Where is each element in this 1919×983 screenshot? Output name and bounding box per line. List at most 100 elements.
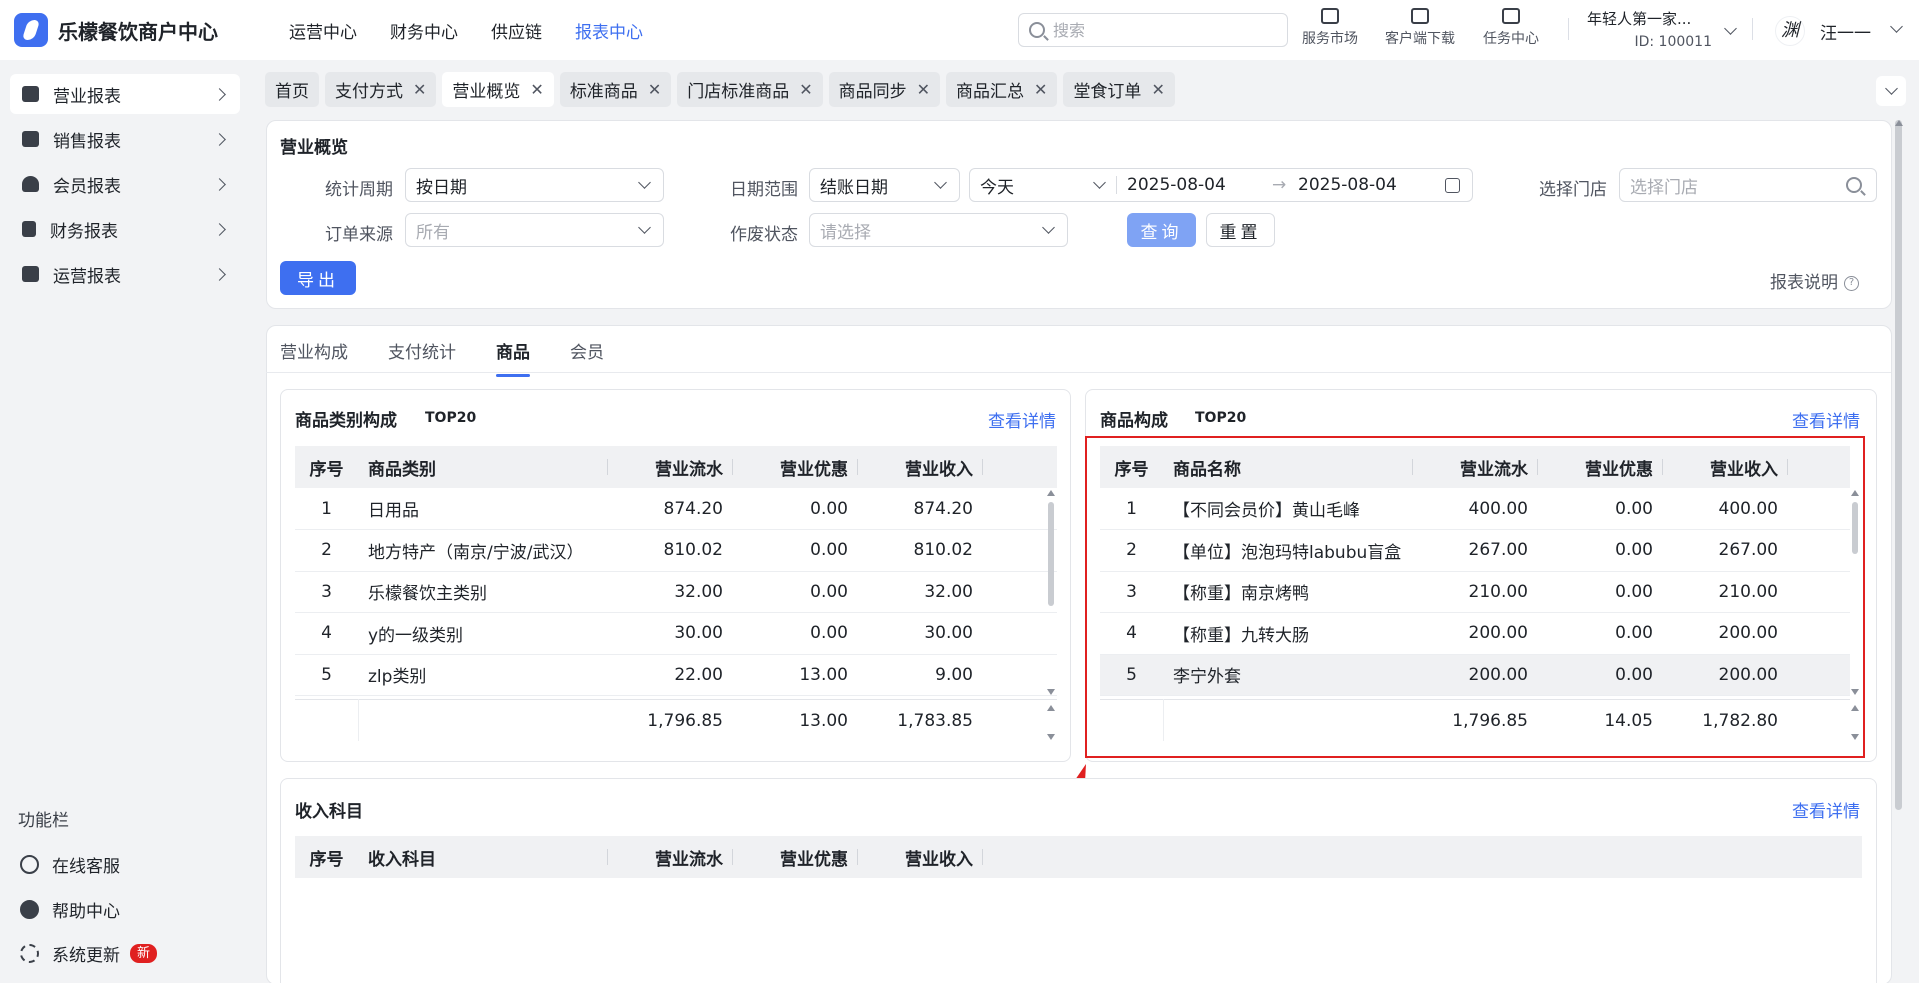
tab-label: 商品同步	[838, 82, 907, 102]
avatar[interactable]: 渊	[1775, 16, 1805, 46]
table-row[interactable]: 5 zlp类别 22.00 13.00 9.00	[295, 654, 1057, 696]
global-search[interactable]	[1018, 13, 1288, 47]
void-status-placeholder: 请选择	[820, 222, 871, 243]
close-icon[interactable]: ✕	[1151, 80, 1164, 99]
category-detail-link[interactable]: 查看详情	[988, 407, 1056, 432]
table-row[interactable]: 2 地方特产（南京/宁波/武汉） 810.02 0.00 810.02	[295, 529, 1057, 572]
void-status-select[interactable]: 请选择	[809, 213, 1068, 247]
sidebar-item-sales-report[interactable]: 销售报表	[10, 119, 240, 159]
scroll-up-icon[interactable]	[1047, 490, 1055, 496]
sidebar-item-label: 运营报表	[53, 266, 121, 287]
cell-discount: 0.00	[733, 529, 858, 572]
store-placeholder: 选择门店	[1630, 177, 1698, 198]
close-icon[interactable]: ✕	[648, 80, 661, 99]
product-panel-title: 商品构成	[1100, 411, 1168, 431]
tab-home[interactable]: 首页	[265, 72, 319, 107]
category-scrollbar[interactable]	[1048, 502, 1054, 606]
page-tabs: 首页 支付方式 ✕ 营业概览 ✕ 标准商品 ✕ 门店标准商品 ✕ 商品同步 ✕ 商品汇总 ✕…	[265, 72, 1181, 107]
store-select[interactable]: 选择门店	[1619, 168, 1877, 202]
product-detail-link[interactable]: 查看详情	[1792, 407, 1860, 432]
income-detail-link[interactable]: 查看详情	[1792, 797, 1860, 822]
app-logo[interactable]: 乐檬餐饮商户中心	[14, 13, 264, 47]
scroll-down-icon[interactable]	[1047, 734, 1055, 740]
chevron-right-icon	[213, 267, 226, 281]
nav-finance[interactable]: 财务中心	[390, 18, 458, 43]
close-icon[interactable]: ✕	[413, 80, 426, 99]
table-row[interactable]: 3 乐檬餐饮主类别 32.00 0.00 32.00	[295, 571, 1057, 613]
tab-label: 支付方式	[335, 82, 403, 102]
sidebar-item-operation-report[interactable]: 运营报表	[10, 254, 240, 294]
nav-reports[interactable]: 报表中心	[575, 18, 643, 43]
sidebar-item-label: 销售报表	[53, 131, 121, 152]
scroll-down-icon[interactable]	[1047, 689, 1055, 695]
close-icon[interactable]: ✕	[530, 80, 543, 99]
function-section-title: 功能栏	[18, 811, 69, 831]
tab-product-summary[interactable]: 商品汇总 ✕	[946, 72, 1058, 107]
sidebar-item-finance-report[interactable]: 财务报表	[10, 209, 240, 249]
task-center-label: 任务中心	[1483, 31, 1539, 47]
nav-operations[interactable]: 运营中心	[289, 18, 357, 43]
tab-dine-in-orders[interactable]: 堂食订单 ✕	[1063, 72, 1175, 107]
support-icon	[20, 855, 39, 874]
question-icon: ?	[1844, 275, 1859, 291]
close-icon[interactable]: ✕	[1034, 80, 1047, 99]
scroll-up-icon[interactable]	[1047, 705, 1055, 711]
date-range-picker[interactable]: 今天 2025-08-04 → 2025-08-04	[969, 168, 1473, 202]
chevron-down-icon	[1884, 82, 1898, 95]
cell-name: 地方特产（南京/宁波/武汉）	[358, 529, 608, 572]
cell-income: 32.00	[858, 571, 983, 613]
income-panel-title: 收入科目	[295, 802, 363, 822]
help-center-label: 帮助中心	[52, 902, 120, 922]
end-date[interactable]: 2025-08-04	[1298, 175, 1445, 195]
online-support-link[interactable]: 在线客服	[20, 852, 120, 877]
col-discount: 营业优惠	[733, 446, 858, 488]
close-icon[interactable]: ✕	[799, 80, 812, 99]
user-name[interactable]: 汪一一	[1820, 19, 1871, 44]
account-name: 年轻人第一家...	[1587, 10, 1692, 28]
period-select[interactable]: 按日期	[405, 168, 664, 202]
page-title: 营业概览	[280, 138, 348, 158]
tab-store-standard-products[interactable]: 门店标准商品 ✕	[677, 72, 823, 107]
tab-business-overview[interactable]: 营业概览 ✕	[442, 72, 554, 107]
export-button[interactable]: 导出	[280, 261, 356, 295]
void-status-label: 作废状态	[730, 225, 798, 245]
nav-supply-chain[interactable]: 供应链	[491, 18, 542, 43]
tabs-more-button[interactable]	[1876, 76, 1906, 106]
service-market-button[interactable]: 服务市场	[1302, 8, 1358, 48]
client-download-button[interactable]: 客户端下载	[1385, 8, 1455, 48]
system-update-link[interactable]: 系统更新 新	[20, 941, 158, 966]
cell-name: 乐檬餐饮主类别	[358, 571, 608, 613]
col-revenue: 营业流水	[608, 446, 733, 488]
date-type-select[interactable]: 结账日期	[809, 168, 960, 202]
report-help-label: 报表说明	[1770, 273, 1838, 293]
cell-revenue: 810.02	[608, 529, 733, 572]
search-input[interactable]	[1053, 20, 1273, 40]
page-scrollbar[interactable]	[1895, 120, 1902, 810]
tab-standard-products[interactable]: 标准商品 ✕	[559, 72, 672, 107]
app-title: 乐檬餐饮商户中心	[58, 19, 218, 44]
order-source-select[interactable]: 所有	[405, 213, 664, 247]
table-row[interactable]: 1 日用品 874.20 0.00 874.20	[295, 488, 1057, 530]
tab-payment-methods[interactable]: 支付方式 ✕	[325, 72, 437, 107]
start-date[interactable]: 2025-08-04	[1127, 175, 1272, 195]
help-center-link[interactable]: 帮助中心	[20, 897, 120, 922]
date-preset-value[interactable]: 今天	[980, 173, 1095, 198]
scroll-up-icon[interactable]	[1895, 120, 1903, 126]
help-icon	[20, 900, 39, 919]
category-totals: 1,796.85 13.00 1,783.85	[295, 699, 1057, 741]
task-center-button[interactable]: 任务中心	[1483, 8, 1539, 48]
report-help-link[interactable]: 报表说明?	[1770, 268, 1859, 293]
reset-button[interactable]: 重置	[1206, 213, 1275, 247]
cell-discount: 0.00	[733, 488, 858, 530]
cell-index: 2	[295, 529, 358, 572]
close-icon[interactable]: ✕	[917, 80, 930, 99]
cell-index: 1	[295, 488, 358, 530]
sidebar-item-business-report[interactable]: 营业报表	[10, 74, 240, 114]
table-row[interactable]: 4 y的一级类别 30.00 0.00 30.00	[295, 612, 1057, 655]
cell-spacer	[983, 488, 1057, 530]
account-switcher[interactable]: 年轻人第一家... ID: 100011	[1587, 8, 1737, 50]
tab-product-sync[interactable]: 商品同步 ✕	[828, 72, 941, 107]
query-button[interactable]: 查询	[1127, 213, 1196, 247]
cell-index: 4	[295, 612, 358, 655]
sidebar-item-member-report[interactable]: 会员报表	[10, 164, 240, 204]
